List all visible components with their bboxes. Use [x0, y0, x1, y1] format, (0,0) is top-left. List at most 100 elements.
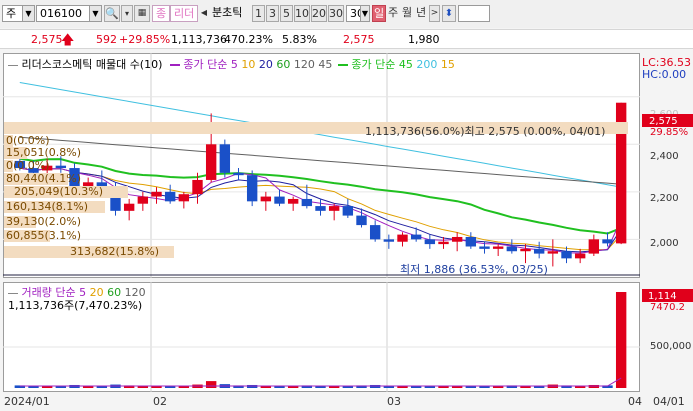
period-button-5[interactable]: 5 — [280, 5, 293, 22]
period-button-10[interactable]: 10 — [294, 5, 310, 22]
search-icon[interactable]: 🔍 — [104, 5, 120, 22]
candle-body — [506, 246, 518, 252]
chevron-down-icon[interactable]: ▾ — [121, 5, 133, 22]
stock-name-display: 리더 — [170, 5, 198, 22]
volume-ma5-line — [19, 377, 622, 387]
up-arrow-icon: 🡅 — [61, 33, 75, 48]
candle-body — [410, 234, 422, 240]
volume-tick-500k: 500,000 — [650, 341, 692, 352]
legend-ma-icon — [169, 64, 180, 66]
legend-title: 리더스코스메틱 매물대 수(10) — [21, 58, 163, 71]
legend-ma60: 60 — [276, 58, 291, 71]
mode-button[interactable]: 종 — [152, 5, 170, 22]
legend-ma2-45: 45 — [398, 58, 413, 71]
legend-line-icon — [8, 64, 18, 66]
price-bar: 2,575 🡅 592 +29.85% 1,113,736 470.23% 5.… — [0, 29, 693, 49]
year-button[interactable]: 년 — [414, 5, 428, 22]
volume-profile-label: 39,130(2.0%) — [6, 215, 82, 228]
legend-ma5: 5 — [230, 58, 238, 71]
turnover-rate: 5.83% — [282, 33, 317, 46]
candle-body — [369, 225, 381, 240]
code-dropdown-icon[interactable]: ▼ — [89, 5, 102, 22]
current-price-tag-text: 2,575 — [649, 116, 678, 127]
candle-body — [602, 239, 613, 244]
volume-profile-label: 60,855(3.1%) — [6, 229, 82, 242]
volume-bar — [151, 386, 162, 388]
price-tick-2400: 2,400 — [650, 151, 679, 162]
candle-body — [219, 144, 231, 173]
low-annotation: 최저 1,886 (36.53%, 03/25) — [400, 263, 548, 276]
volume-tag: 1,114 — [642, 289, 693, 302]
volume-pct: 470.23% — [224, 33, 273, 46]
month-label: 월 — [401, 6, 413, 19]
code-input-value: 016100 — [40, 7, 82, 20]
candle-body — [533, 248, 545, 254]
price-display-2: 2,575 — [343, 33, 375, 46]
date-03: 03 — [387, 395, 401, 408]
week-button[interactable]: 주 — [386, 5, 400, 22]
volume-profile-label: 205,049(10.3%) — [14, 185, 104, 198]
volume-bar — [424, 386, 436, 388]
candle-body — [205, 144, 217, 180]
candle-body — [356, 215, 367, 226]
market-select-value: 주 — [6, 7, 17, 20]
candle-body — [520, 248, 531, 252]
stock-name: 리더 — [174, 7, 195, 20]
volume-value: 1,113,736 — [171, 33, 227, 46]
mode-button-label: 종 — [155, 7, 167, 20]
candle-body — [342, 206, 354, 216]
candle-body — [492, 246, 504, 249]
volume-bar — [205, 381, 217, 388]
candle-body — [137, 196, 149, 204]
year-label: 년 — [415, 6, 427, 19]
period-type-label[interactable]: 분초틱 — [209, 5, 251, 22]
chevron-right-icon[interactable]: > — [429, 5, 440, 22]
period-button-1[interactable]: 1 — [252, 5, 265, 22]
legend-ma2-icon — [337, 64, 348, 66]
volume-profile-label: 0(0.0%) — [6, 159, 50, 172]
period-type-text: 분초틱 — [212, 6, 243, 19]
price-change-pct: +29.85% — [119, 33, 171, 46]
candle-body — [274, 196, 285, 204]
period-button-3[interactable]: 3 — [266, 5, 279, 22]
volume-profile-label: 15,051(0.8%) — [6, 146, 82, 159]
candle-body — [547, 251, 559, 254]
price-change: 592 — [96, 33, 117, 46]
candle-body — [233, 172, 244, 176]
volume-bar — [41, 386, 53, 388]
date-04-01: 04/01 — [653, 395, 685, 408]
candle-body — [55, 165, 67, 169]
extra-input[interactable] — [458, 5, 490, 22]
hc-label: HC:0.00 — [642, 68, 687, 81]
volume-profile-label: 313,682(15.8%) — [70, 245, 160, 258]
day-button[interactable]: 일 — [372, 5, 386, 22]
period-dropdown-icon[interactable]: ▼ — [360, 5, 370, 22]
candle-body — [246, 175, 258, 202]
candle-body — [424, 239, 436, 245]
volume-profile-label: 80,440(4.1%) — [6, 172, 82, 185]
period-button-20[interactable]: 20 — [311, 5, 327, 22]
month-button[interactable]: 월 — [400, 5, 414, 22]
toolbar: 주 ▼ 016100 ▼ 🔍 ▾ ▦ 종 리더 ◀ 분초틱 1 3 5 10 20 30 … — [0, 0, 693, 28]
date-2024-01: 2024/01 — [4, 395, 50, 408]
period-prev-icon[interactable]: ◀ — [199, 5, 209, 22]
period-button-30[interactable]: 30 — [328, 5, 344, 22]
volume-tag-text: 1,114 — [648, 291, 677, 302]
top-annotation: 1,113,736(56.0%)최고 2,575 (0.00%, 04/01) — [365, 125, 606, 138]
legend-ma10: 10 — [241, 58, 256, 71]
candle-body — [123, 203, 135, 211]
candle-body — [574, 253, 586, 259]
prev-close: 1,980 — [408, 33, 440, 46]
legend-ma120: 120 — [293, 58, 315, 71]
updown-icon[interactable]: ⬍ — [442, 5, 456, 22]
market-dropdown-icon[interactable]: ▼ — [22, 5, 35, 22]
candle-body — [479, 246, 490, 249]
candle-body — [260, 196, 272, 202]
candle-body — [192, 179, 203, 195]
compare-icon[interactable]: ▦ — [134, 5, 150, 22]
volume-bar — [615, 292, 627, 388]
candle-body — [164, 191, 176, 202]
volume-profile-label: 160,134(8.1%) — [6, 200, 89, 213]
volume-pct-tag: 7470.2 — [650, 302, 685, 313]
candle-body — [383, 239, 395, 242]
